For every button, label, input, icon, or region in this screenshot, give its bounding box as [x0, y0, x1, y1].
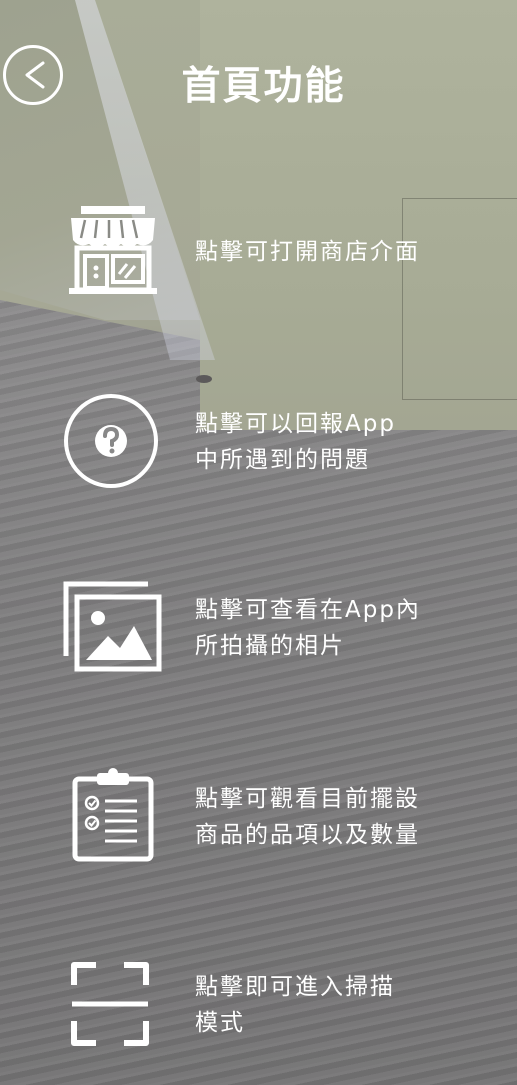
floor-outlet [196, 375, 212, 383]
feature-inventory[interactable]: 點擊可觀看目前擺設 商品的品項以及數量 [0, 765, 517, 865]
store-icon [67, 204, 159, 300]
feature-label: 點擊可查看在App內 所拍攝的相片 [195, 597, 421, 659]
feature-report[interactable]: 點擊可以回報App 中所遇到的問題 [0, 390, 517, 490]
feature-scan[interactable]: 點擊即可進入掃描 模式 [0, 955, 517, 1055]
feature-label: 點擊可以回報App 中所遇到的問題 [195, 411, 396, 473]
page-title: 首頁功能 [181, 64, 346, 109]
background-photo [0, 0, 517, 1085]
feature-label: 點擊可觀看目前擺設 商品的品項以及數量 [195, 786, 420, 848]
feature-label: 點擊可打開商店介面 [195, 239, 420, 265]
feature-store[interactable]: 點擊可打開商店介面 [0, 200, 517, 300]
feature-label: 點擊即可進入掃描 模式 [195, 974, 395, 1036]
clipboard-checklist-icon [71, 767, 155, 867]
gallery-icon [60, 580, 164, 678]
feature-gallery[interactable]: 點擊可查看在App內 所拍攝的相片 [0, 580, 517, 680]
question-circle-icon [62, 392, 160, 494]
scan-frame-icon [70, 961, 150, 1051]
